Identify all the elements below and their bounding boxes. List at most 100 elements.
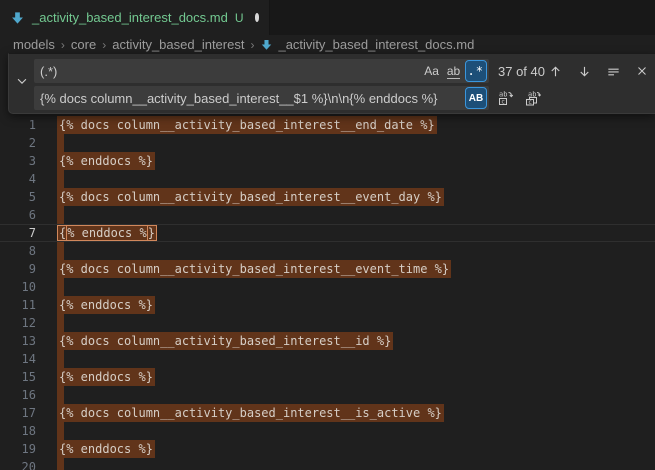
line-content: {% enddocs %} — [44, 296, 155, 314]
tab-activity-docs[interactable]: _activity_based_interest_docs.md U — [0, 0, 270, 35]
code-line[interactable]: 5{% docs column__activity_based_interest… — [0, 188, 655, 206]
chevron-down-icon — [15, 74, 29, 93]
markdown-file-icon — [10, 10, 25, 25]
replace-button[interactable]: ab c — [496, 88, 516, 108]
find-match-highlight: {% enddocs %} — [57, 368, 155, 386]
line-number: 12 — [0, 314, 44, 332]
find-match-empty — [57, 242, 64, 260]
line-content: {% docs column__activity_based_interest_… — [44, 260, 451, 278]
line-number: 8 — [0, 242, 44, 260]
line-content — [44, 170, 64, 188]
preserve-case-option[interactable]: AB — [466, 88, 486, 108]
arrow-down-icon — [577, 64, 592, 79]
line-content: {% enddocs %} — [44, 152, 155, 170]
line-number: 14 — [0, 350, 44, 368]
line-content — [44, 314, 64, 332]
line-number: 15 — [0, 368, 44, 386]
regex-option[interactable]: .* — [466, 61, 486, 81]
line-number: 10 — [0, 278, 44, 296]
line-content: {% docs column__activity_based_interest_… — [44, 188, 444, 206]
line-number: 17 — [0, 404, 44, 422]
next-match-button[interactable] — [574, 61, 594, 81]
line-number: 16 — [0, 386, 44, 404]
code-line[interactable]: 16 — [0, 386, 655, 404]
code-line[interactable]: 17{% docs column__activity_based_interes… — [0, 404, 655, 422]
replace-icon: ab c — [498, 90, 514, 106]
find-input[interactable] — [34, 59, 422, 83]
line-content — [44, 134, 64, 152]
close-icon — [635, 64, 649, 78]
find-match-empty — [57, 134, 64, 152]
line-number: 5 — [0, 188, 44, 206]
line-content — [44, 278, 64, 296]
find-in-selection-button[interactable] — [603, 61, 623, 81]
breadcrumb: models › core › activity_based_interest … — [0, 35, 655, 54]
svg-text:c: c — [528, 99, 532, 106]
whole-word-option[interactable]: ab — [444, 61, 464, 81]
breadcrumb-item-models[interactable]: models — [13, 37, 55, 52]
code-line[interactable]: 10 — [0, 278, 655, 296]
find-input-box: Aa ab .* — [34, 59, 489, 83]
code-line[interactable]: 11{% enddocs %} — [0, 296, 655, 314]
line-number: 1 — [0, 116, 44, 134]
code-line[interactable]: 7{% enddocs %} — [0, 224, 655, 242]
match-case-option[interactable]: Aa — [422, 61, 442, 81]
find-match-empty — [57, 422, 64, 440]
line-number: 7 — [0, 225, 44, 241]
code-line[interactable]: 2 — [0, 134, 655, 152]
line-content — [44, 458, 64, 470]
svg-text:c: c — [501, 98, 505, 105]
code-line[interactable]: 3{% enddocs %} — [0, 152, 655, 170]
code-line[interactable]: 1{% docs column__activity_based_interest… — [0, 116, 655, 134]
svg-text:ab: ab — [499, 91, 507, 99]
breadcrumb-item-file[interactable]: _activity_based_interest_docs.md — [260, 37, 474, 52]
breadcrumb-file-label: _activity_based_interest_docs.md — [278, 37, 474, 52]
editor[interactable]: 1 {% docs column__activity_based_interest… — [0, 116, 655, 470]
line-number: 6 — [0, 206, 44, 224]
code-line[interactable]: 20 — [0, 458, 655, 470]
toggle-replace-button[interactable] — [9, 54, 34, 113]
line-content: {% docs column__activity_based_interest_… — [44, 404, 444, 422]
breadcrumb-item-core[interactable]: core — [71, 37, 96, 52]
previous-match-button[interactable] — [545, 61, 565, 81]
code-line[interactable]: 9 {% docs column__activity_based_interest… — [0, 260, 655, 278]
code-line[interactable]: 6 — [0, 206, 655, 224]
match-count: 37 of 40 — [498, 64, 545, 79]
unsaved-dot-icon[interactable] — [255, 13, 259, 22]
breadcrumb-separator: › — [250, 38, 254, 52]
line-number: 20 — [0, 458, 44, 470]
code-line[interactable]: 14 — [0, 350, 655, 368]
find-match-empty — [57, 350, 64, 368]
code-line[interactable]: 13{% docs column__activity_based_interes… — [0, 332, 655, 350]
find-match-highlight: {% docs column__activity_based_interest_… — [57, 260, 451, 278]
code-line[interactable]: 15 {% enddocs %} — [0, 368, 655, 386]
markdown-file-icon — [260, 38, 273, 51]
code-line[interactable]: 12 — [0, 314, 655, 332]
tab-title: _activity_based_interest_docs.md — [32, 10, 228, 25]
code-line[interactable]: 4 — [0, 170, 655, 188]
line-number: 18 — [0, 422, 44, 440]
code-line[interactable]: 19{% enddocs %} — [0, 440, 655, 458]
code-line[interactable]: 18 — [0, 422, 655, 440]
breadcrumb-separator: › — [61, 38, 65, 52]
replace-all-button[interactable]: ab c — [523, 88, 543, 108]
line-content: {% enddocs %} — [44, 225, 157, 241]
find-match-empty — [57, 206, 64, 224]
line-number: 13 — [0, 332, 44, 350]
line-content — [44, 242, 64, 260]
line-content — [44, 206, 64, 224]
line-number: 2 — [0, 134, 44, 152]
find-match-empty — [57, 458, 64, 470]
replace-input[interactable] — [34, 86, 466, 110]
find-match-empty — [57, 278, 64, 296]
find-replace-widget: Aa ab .* 37 of 40 — [8, 53, 655, 114]
line-number: 9 — [0, 260, 44, 278]
breadcrumb-item-activity-based-interest[interactable]: activity_based_interest — [112, 37, 244, 52]
code-line[interactable]: 8 — [0, 242, 655, 260]
arrow-up-icon — [548, 64, 563, 79]
find-match-empty — [57, 386, 64, 404]
line-content: {% enddocs %} — [44, 440, 155, 458]
close-find-button[interactable] — [632, 61, 652, 81]
replace-all-icon: ab c — [525, 90, 541, 106]
find-match-empty — [57, 314, 64, 332]
